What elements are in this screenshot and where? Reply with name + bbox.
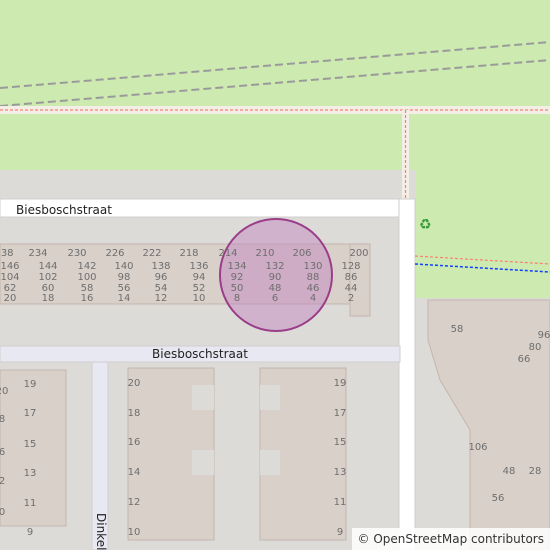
grass-area-right — [415, 170, 550, 298]
street-label-middle: Biesboschstraat — [152, 347, 248, 361]
house-number: 11 — [334, 497, 347, 508]
house-number: 8 — [0, 414, 5, 425]
house-number: 96 — [538, 330, 550, 341]
map-canvas[interactable]: Biesboschstraat Biesboschstraat Dinkel ♻… — [0, 0, 550, 550]
house-number: 20 — [128, 378, 141, 389]
house-number: 92 — [231, 272, 244, 283]
grass-area — [0, 0, 550, 170]
yard — [192, 385, 214, 410]
road-right — [398, 198, 416, 550]
house-number: 230 — [67, 248, 86, 259]
recycling-icon: ♻ — [419, 217, 432, 233]
house-number: 86 — [345, 272, 358, 283]
house-number: 13 — [334, 467, 347, 478]
house-number: 80 — [529, 342, 542, 353]
house-number: 146 — [0, 261, 19, 272]
yard — [260, 385, 280, 410]
house-number: 238 — [0, 248, 14, 259]
house-number: 140 — [114, 261, 133, 272]
house-number: 9 — [337, 527, 343, 538]
house-number: 18 — [128, 408, 141, 419]
house-number: 88 — [307, 272, 320, 283]
house-number: 20 — [4, 293, 17, 304]
house-number: 210 — [255, 248, 274, 259]
house-number: 136 — [189, 261, 208, 272]
house-number: 134 — [227, 261, 246, 272]
house-number: 90 — [269, 272, 282, 283]
house-number: 138 — [151, 261, 170, 272]
street-label-side: Dinkel — [94, 513, 108, 550]
house-number: 222 — [142, 248, 161, 259]
house-number: 17 — [334, 408, 347, 419]
house-number: 0 — [0, 507, 5, 518]
house-number: 17 — [24, 408, 37, 419]
house-number: 14 — [118, 293, 131, 304]
yard — [192, 450, 214, 475]
house-number: 8 — [234, 293, 240, 304]
house-number: 128 — [341, 261, 360, 272]
house-number: 132 — [265, 261, 284, 272]
house-number: 12 — [155, 293, 168, 304]
house-number: 10 — [193, 293, 206, 304]
house-number: 14 — [128, 467, 141, 478]
house-number: 15 — [334, 437, 347, 448]
house-number: 4 — [310, 293, 316, 304]
house-number: 16 — [81, 293, 94, 304]
house-number: 18 — [42, 293, 55, 304]
house-number: 48 — [503, 466, 516, 477]
house-number: 130 — [303, 261, 322, 272]
house-number: 104 — [0, 272, 19, 283]
house-number: 20 — [0, 386, 8, 397]
yard — [260, 450, 280, 475]
house-number: 15 — [24, 439, 37, 450]
house-number: 19 — [24, 379, 37, 390]
house-number: 226 — [105, 248, 124, 259]
house-number: 144 — [38, 261, 57, 272]
house-number: 9 — [27, 527, 33, 538]
house-number: 102 — [38, 272, 57, 283]
map-attribution[interactable]: © OpenStreetMap contributors — [351, 528, 550, 550]
house-number: 6 — [0, 447, 5, 458]
house-number: 58 — [451, 324, 464, 335]
house-number: 96 — [155, 272, 168, 283]
house-number: 66 — [518, 354, 531, 365]
house-number: 19 — [334, 378, 347, 389]
house-number: 2 — [0, 476, 5, 487]
house-number: 28 — [529, 466, 542, 477]
house-number: 12 — [128, 497, 141, 508]
house-number: 106 — [468, 442, 487, 453]
house-number: 11 — [24, 498, 37, 509]
house-number: 98 — [118, 272, 131, 283]
house-number: 100 — [77, 272, 96, 283]
house-number: 206 — [292, 248, 311, 259]
house-number: 142 — [77, 261, 96, 272]
street-label-top: Biesboschstraat — [16, 203, 112, 217]
house-number: 6 — [272, 293, 278, 304]
house-number: 16 — [128, 437, 141, 448]
house-number: 10 — [128, 527, 141, 538]
house-number: 234 — [28, 248, 47, 259]
house-number: 214 — [218, 248, 237, 259]
house-number: 218 — [179, 248, 198, 259]
house-number: 200 — [349, 248, 368, 259]
house-number: 94 — [193, 272, 206, 283]
house-number: 56 — [492, 493, 505, 504]
house-number: 13 — [24, 468, 37, 479]
house-number: 2 — [348, 293, 354, 304]
